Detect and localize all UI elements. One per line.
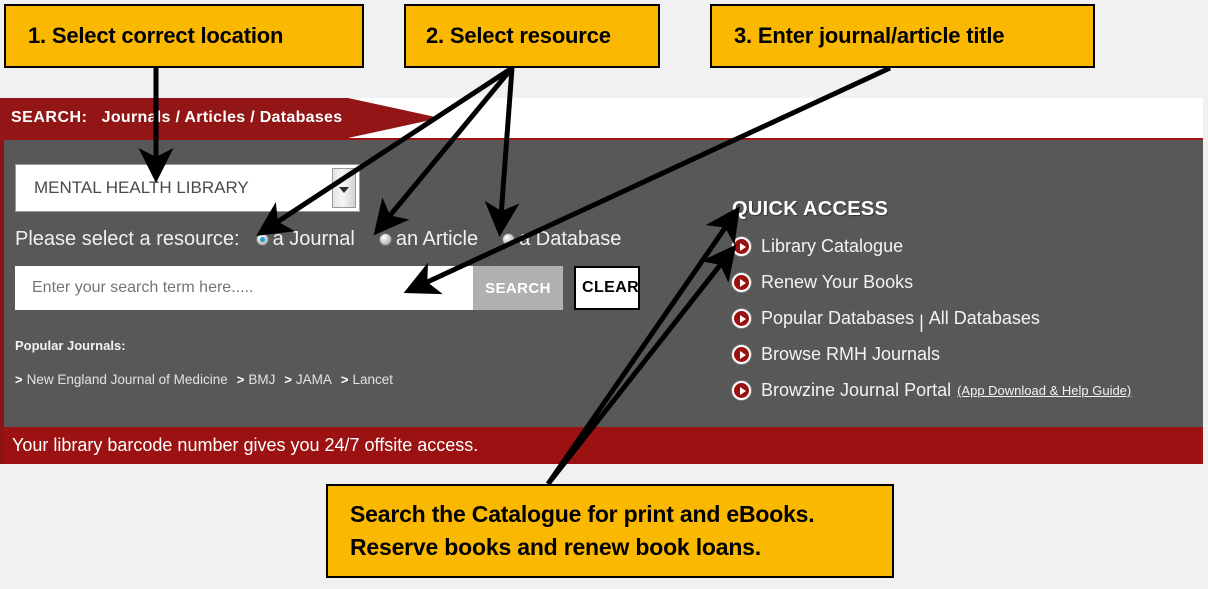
search-bar: SEARCH CLEAR bbox=[15, 265, 715, 311]
play-circle-icon bbox=[732, 237, 751, 256]
callout-step-1-text: 1. Select correct location bbox=[28, 23, 284, 48]
popular-journal-label: JAMA bbox=[295, 372, 332, 387]
quick-access-item-renew-your-books[interactable]: Renew Your Books bbox=[732, 272, 1192, 293]
radio-dot-a-journal[interactable] bbox=[255, 232, 269, 246]
callout-step-2: 2. Select resource bbox=[404, 4, 660, 68]
radio-option-a-database[interactable]: a Database bbox=[502, 228, 621, 251]
quick-access-item-label[interactable]: Popular Databases bbox=[761, 308, 914, 329]
radio-dot-an-article[interactable] bbox=[378, 232, 392, 246]
quick-access-title: QUICK ACCESS bbox=[732, 198, 889, 220]
popular-journal-link-bmj[interactable]: > BMJ bbox=[237, 372, 276, 387]
clear-button[interactable]: CLEAR bbox=[574, 266, 640, 310]
callout-step-3: 3. Enter journal/article title bbox=[710, 4, 1095, 68]
callout-catalogue-note: Search the Catalogue for print and eBook… bbox=[326, 484, 894, 578]
radio-dot-a-database[interactable] bbox=[502, 232, 516, 246]
play-circle-icon bbox=[732, 345, 751, 364]
quick-access-item-label: Library Catalogue bbox=[761, 236, 904, 256]
popular-journal-label: New England Journal of Medicine bbox=[26, 372, 228, 387]
quick-access-item-label-all-databases[interactable]: All Databases bbox=[929, 308, 1040, 329]
play-circle-icon bbox=[732, 381, 751, 400]
quick-access-item-label: Renew Your Books bbox=[761, 272, 914, 292]
popular-journal-link-jama[interactable]: > JAMA bbox=[284, 372, 332, 387]
popular-journal-link-lancet[interactable]: > Lancet bbox=[341, 372, 393, 387]
radio-option-an-article[interactable]: an Article bbox=[378, 227, 479, 251]
search-banner-text: SEARCH: Journals / Articles / Databases bbox=[0, 109, 342, 127]
search-banner-title: Journals / Articles / Databases bbox=[101, 109, 343, 126]
resource-selector-label: Please select a resource: bbox=[15, 227, 240, 250]
search-panel: MENTAL HEALTH LIBRARY Please select a re… bbox=[0, 140, 1203, 427]
quick-access-item-label: Browzine Journal Portal bbox=[761, 380, 952, 400]
popular-journals-list: > New England Journal of Medicine > BMJ … bbox=[15, 372, 715, 387]
search-input[interactable] bbox=[15, 265, 473, 311]
search-form-column: MENTAL HEALTH LIBRARY Please select a re… bbox=[15, 140, 715, 387]
radio-option-a-journal[interactable]: a Journal bbox=[255, 227, 355, 251]
chevron-right-icon: > bbox=[284, 372, 292, 387]
search-button[interactable]: SEARCH bbox=[473, 266, 563, 310]
chevron-right-icon: > bbox=[236, 372, 245, 387]
callout-catalogue-note-line-2: Reserve books and renew book loans. bbox=[350, 534, 761, 560]
quick-access-item-library-catalogue[interactable]: Library Catalogue bbox=[732, 236, 1192, 257]
popular-journal-label: Lancet bbox=[352, 372, 394, 387]
callout-step-3-text: 3. Enter journal/article title bbox=[734, 23, 1005, 48]
location-select-value: MENTAL HEALTH LIBRARY bbox=[34, 178, 249, 197]
popular-journals-label: Popular Journals: bbox=[15, 338, 126, 353]
popular-journal-label: BMJ bbox=[248, 372, 276, 387]
radio-label-an-article: an Article bbox=[395, 227, 479, 250]
play-circle-icon bbox=[732, 273, 751, 292]
radio-label-a-journal: a Journal bbox=[272, 227, 355, 250]
callout-step-2-text: 2. Select resource bbox=[426, 23, 611, 48]
quick-access-item-label: Browse RMH Journals bbox=[761, 344, 941, 364]
quick-access-item-popular-databases[interactable]: Popular Databases | All Databases bbox=[732, 308, 1192, 332]
quick-access-separator: | bbox=[919, 312, 924, 332]
chevron-right-icon: > bbox=[340, 372, 349, 387]
quick-access-item-sublink[interactable]: (App Download & Help Guide) bbox=[957, 383, 1131, 398]
barcode-notice-text: Your library barcode number gives you 24… bbox=[12, 435, 479, 455]
callout-step-1: 1. Select correct location bbox=[4, 4, 364, 68]
play-circle-icon bbox=[732, 309, 751, 328]
barcode-notice-bar: Your library barcode number gives you 24… bbox=[0, 427, 1203, 464]
callout-catalogue-note-line-1: Search the Catalogue for print and eBook… bbox=[350, 500, 815, 527]
radio-label-a-database: a Database bbox=[519, 227, 622, 250]
quick-access-panel: QUICK ACCESS Library Catalogue Renew You… bbox=[732, 198, 1192, 401]
search-banner: SEARCH: Journals / Articles / Databases bbox=[0, 98, 1203, 140]
location-select[interactable]: MENTAL HEALTH LIBRARY bbox=[15, 164, 360, 212]
chevron-down-icon[interactable] bbox=[332, 168, 356, 208]
quick-access-item-browzine-journal-portal[interactable]: Browzine Journal Portal (App Download & … bbox=[732, 380, 1192, 401]
library-search-widget: SEARCH: Journals / Articles / Databases … bbox=[0, 98, 1203, 464]
resource-selector: Please select a resource: a Journal an A… bbox=[15, 226, 715, 252]
search-banner-shape: SEARCH: Journals / Articles / Databases bbox=[0, 98, 440, 138]
quick-access-item-browse-rmh-journals[interactable]: Browse RMH Journals bbox=[732, 344, 1192, 365]
popular-journal-link-nejm[interactable]: > New England Journal of Medicine bbox=[15, 372, 228, 387]
search-banner-label: SEARCH: bbox=[11, 109, 88, 126]
search-input-wrapper[interactable] bbox=[15, 265, 473, 311]
chevron-right-icon: > bbox=[15, 372, 23, 387]
